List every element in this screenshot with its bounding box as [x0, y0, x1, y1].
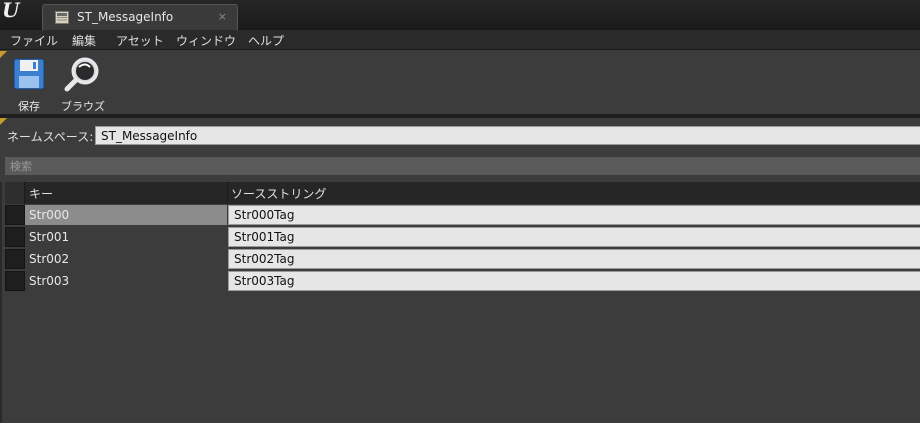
menu-file[interactable]: ファイル — [10, 32, 58, 49]
column-divider[interactable] — [227, 182, 228, 204]
table-header: キー ソースストリング — [5, 182, 920, 204]
row-drag-handle[interactable] — [5, 249, 25, 269]
save-icon — [13, 58, 45, 90]
string-table-icon — [55, 11, 69, 24]
source-string-field[interactable]: Str000Tag — [228, 205, 920, 225]
details-corner-marker — [0, 118, 7, 125]
table-row[interactable]: Str000 Str000Tag — [5, 204, 920, 225]
toolbar: 保存 ブラウズ — [0, 51, 920, 115]
row-drag-handle[interactable] — [5, 227, 25, 247]
source-string-field[interactable]: Str001Tag — [228, 227, 920, 247]
key-text: Str003 — [29, 274, 70, 288]
table-row[interactable]: Str002 Str002Tag — [5, 248, 920, 269]
table-row[interactable]: Str003 Str003Tag — [5, 270, 920, 291]
panel-edge — [0, 182, 2, 423]
browse-button[interactable]: ブラウズ — [58, 56, 108, 114]
menu-help[interactable]: ヘルプ — [248, 32, 284, 49]
save-button[interactable]: 保存 — [4, 56, 54, 114]
namespace-field[interactable]: ST_MessageInfo — [95, 126, 920, 145]
namespace-row: ネームスペース: ST_MessageInfo — [0, 118, 920, 152]
key-cell[interactable]: Str002 — [25, 249, 227, 269]
tab-close-icon[interactable]: × — [218, 10, 227, 23]
menu-asset[interactable]: アセット — [116, 32, 164, 49]
column-header-source-string[interactable]: ソースストリング — [231, 185, 326, 202]
table-row[interactable]: Str001 Str001Tag — [5, 226, 920, 247]
key-cell[interactable]: Str001 — [25, 227, 227, 247]
menu-window[interactable]: ウィンドウ — [176, 32, 236, 49]
key-cell[interactable]: Str000 — [25, 205, 227, 225]
tab-string-table[interactable]: ST_MessageInfo × — [42, 4, 238, 30]
menu-edit[interactable]: 編集 — [72, 32, 96, 49]
row-drag-handle[interactable] — [5, 205, 25, 225]
unreal-logo-icon: U — [2, 0, 20, 22]
save-label: 保存 — [18, 100, 40, 113]
row-drag-handle[interactable] — [5, 271, 25, 291]
key-text: Str000 — [29, 208, 70, 222]
browse-label: ブラウズ — [61, 100, 105, 113]
namespace-label: ネームスペース: — [7, 130, 94, 144]
source-string-field[interactable]: Str003Tag — [228, 271, 920, 291]
title-bar: U ST_MessageInfo × — [0, 0, 920, 30]
menu-bar: ファイル 編集 アセット ウィンドウ ヘルプ — [0, 30, 920, 50]
source-string-field[interactable]: Str002Tag — [228, 249, 920, 269]
key-text: Str002 — [29, 252, 70, 266]
tab-title: ST_MessageInfo — [77, 10, 174, 24]
magnifier-icon — [64, 57, 99, 92]
column-header-key[interactable]: キー — [29, 185, 53, 202]
header-handle — [5, 182, 25, 204]
key-cell[interactable]: Str003 — [25, 271, 227, 291]
key-text: Str001 — [29, 230, 70, 244]
search-input[interactable]: 検索 — [5, 157, 920, 175]
